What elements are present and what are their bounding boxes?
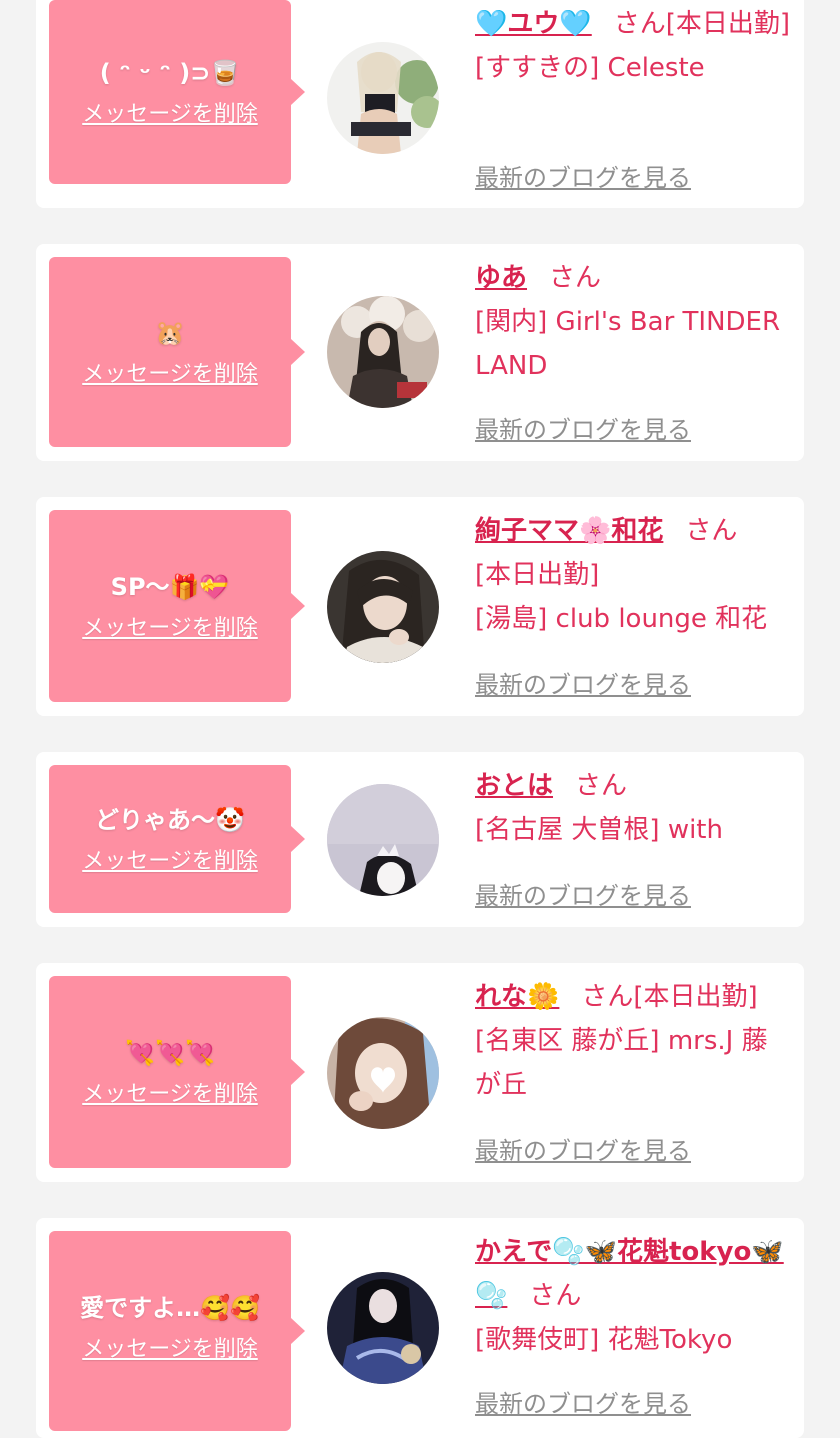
user-info: れな🌼 さん[本日出勤] [名東区 藤が丘] mrs.J 藤が丘 [475,975,793,1107]
user-info: 絢子ママ🌸和花 さん [本日出勤] [湯島] club lounge 和花 [475,509,793,641]
latest-blog-link[interactable]: 最新のブログを見る [475,665,691,700]
avatar[interactable] [327,551,439,663]
avatar[interactable] [327,1272,439,1384]
message-bubble: 💘💘💘 メッセージを削除 [49,976,305,1168]
honorific: さん [685,516,738,546]
message-card: 💘💘💘 メッセージを削除 れな🌼 さん[本日出勤] [名東区 藤が丘] mrs.J… [36,963,804,1182]
work-status: [本日出勤] [665,9,791,39]
user-info: かえで🫧🦋花魁tokyo🦋🫧 さん [歌舞伎町] 花魁Tokyo [475,1230,793,1362]
avatar[interactable] [327,296,439,408]
delete-message-link[interactable]: メッセージを削除 [82,610,258,642]
delete-message-link[interactable]: メッセージを削除 [82,1076,258,1108]
latest-blog-link[interactable]: 最新のブログを見る [475,410,691,445]
user-name-link[interactable]: おとは [475,771,553,801]
latest-blog-link[interactable]: 最新のブログを見る [475,876,691,911]
user-name-link[interactable]: れな🌼 [475,982,559,1012]
message-bubble: 🐹 メッセージを削除 [49,257,305,447]
message-card: SP〜🎁💝 メッセージを削除 絢子ママ🌸和花 さん [本日出勤] [湯島] club… [36,497,804,716]
message-bubble: SP〜🎁💝 メッセージを削除 [49,510,305,702]
shop-name: [名東区 藤が丘] mrs.J 藤が丘 [475,1026,768,1100]
work-status: [本日出勤] [475,560,600,590]
message-bubble: 愛ですよ…🥰🥰 メッセージを削除 [49,1231,305,1431]
delete-message-link[interactable]: メッセージを削除 [82,1331,258,1363]
message-text: 🐹 [155,319,185,347]
delete-message-link[interactable]: メッセージを削除 [82,356,258,388]
honorific: さん [613,9,666,39]
delete-message-link[interactable]: メッセージを削除 [82,843,258,875]
user-name-link[interactable]: かえで🫧🦋花魁tokyo🦋🫧 [475,1237,784,1311]
latest-blog-link[interactable]: 最新のブログを見る [475,1131,691,1166]
honorific: さん [581,982,634,1012]
user-info: ゆあ さん [関内] Girl's Bar TINDER LAND [475,256,793,388]
delete-message-link[interactable]: メッセージを削除 [82,96,258,128]
shop-name: [関内] Girl's Bar TINDER LAND [475,307,781,381]
message-bubble: ( ᵔ ᵕ ᵔ )⊃🥃 メッセージを削除 [49,0,305,184]
latest-blog-link[interactable]: 最新のブログを見る [475,158,691,193]
user-info: 🩵ユウ🩵 さん[本日出勤] [すすきの] Celeste [475,2,793,90]
user-name-link[interactable]: 🩵ユウ🩵 [475,9,592,39]
message-card: 愛ですよ…🥰🥰 メッセージを削除 かえで🫧🦋花魁tokyo🦋🫧 さん [歌舞伎町]… [36,1218,804,1438]
message-card: 🐹 メッセージを削除 ゆあ さん [関内] Girl's Bar TINDER L… [36,244,804,461]
message-bubble: どりゃあ〜🤡 メッセージを削除 [49,765,305,913]
shop-name: [歌舞伎町] 花魁Tokyo [475,1325,733,1355]
message-text: 💘💘💘 [125,1039,215,1067]
avatar[interactable] [327,42,439,154]
latest-blog-link[interactable]: 最新のブログを見る [475,1384,691,1419]
avatar[interactable] [327,1017,439,1129]
honorific: さん [549,263,602,293]
message-card: どりゃあ〜🤡 メッセージを削除 おとは さん [名古屋 大曽根] with 最新の… [36,752,804,927]
shop-name: [名古屋 大曽根] with [475,815,723,845]
user-name-link[interactable]: 絢子ママ🌸和花 [475,516,663,546]
shop-name: [すすきの] Celeste [475,53,705,83]
message-text: どりゃあ〜🤡 [95,806,245,834]
shop-name: [湯島] club lounge 和花 [475,604,768,634]
message-text: 愛ですよ…🥰🥰 [80,1294,260,1322]
honorific: さん [575,771,628,801]
honorific: さん [529,1281,582,1311]
message-text: ( ᵔ ᵕ ᵔ )⊃🥃 [99,59,241,87]
message-text: SP〜🎁💝 [110,573,230,601]
user-info: おとは さん [名古屋 大曽根] with [475,764,793,852]
message-list: ( ᵔ ᵕ ᵔ )⊃🥃 メッセージを削除 🩵ユウ🩵 さん[本日出勤] [すすきの]… [0,0,840,1438]
message-card: ( ᵔ ᵕ ᵔ )⊃🥃 メッセージを削除 🩵ユウ🩵 さん[本日出勤] [すすきの]… [36,0,804,208]
work-status: [本日出勤] [633,982,758,1012]
user-name-link[interactable]: ゆあ [475,263,527,293]
avatar[interactable] [327,784,439,896]
